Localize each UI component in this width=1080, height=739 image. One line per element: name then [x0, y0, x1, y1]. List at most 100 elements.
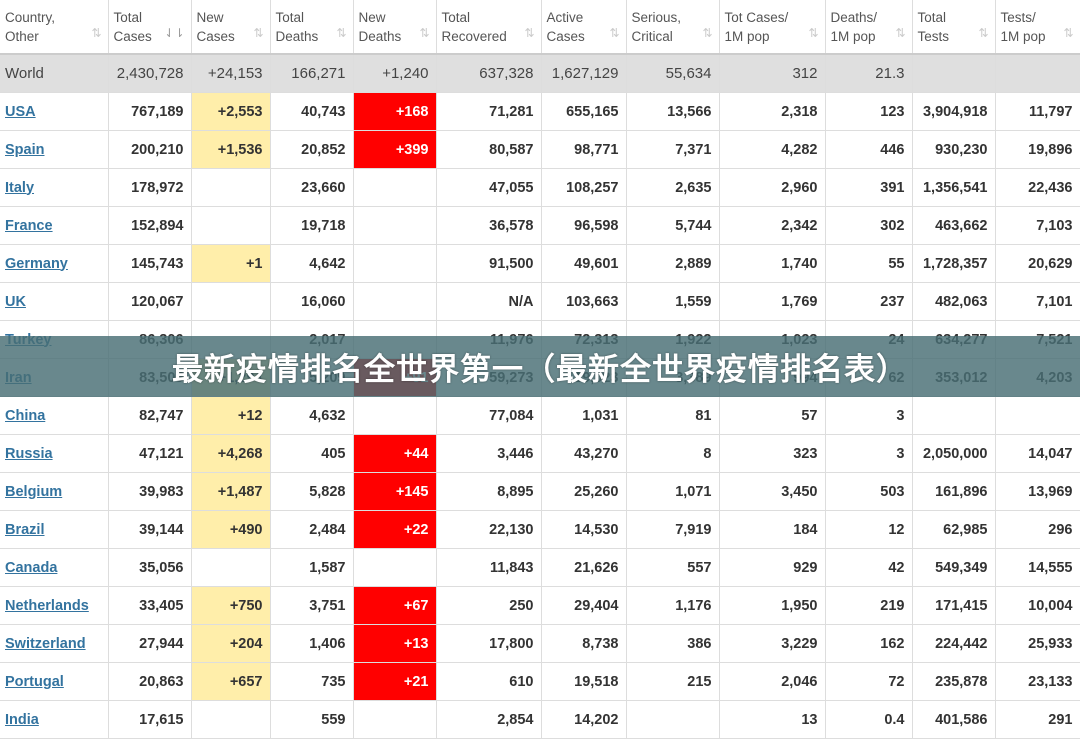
column-header-label: Cases	[547, 29, 585, 44]
sort-icon[interactable]: ⇃⇂	[164, 24, 184, 43]
cell-total-tests: 224,442	[912, 625, 995, 663]
cell-tests-per-1m: 20,629	[995, 245, 1080, 283]
cell-new-cases	[191, 701, 270, 739]
column-header-total-deaths[interactable]: TotalDeaths⇅	[270, 0, 353, 54]
country-link[interactable]: Switzerland	[5, 636, 86, 652]
sort-icon[interactable]: ⇅	[1063, 24, 1073, 43]
country-link[interactable]: China	[5, 408, 45, 424]
cell-deaths-per-1m: 42	[825, 549, 912, 587]
column-header-cases-per-1m[interactable]: Tot Cases/1M pop ⇅	[719, 0, 825, 54]
table-row: Russia47,121+4,268405+443,44643,27083233…	[0, 435, 1080, 473]
cell-active-cases: 14,202	[541, 701, 626, 739]
cell-country: Italy	[0, 169, 108, 207]
cell-active-cases: 1,627,129	[541, 54, 626, 93]
column-header-country[interactable]: Country,Other⇅	[0, 0, 108, 54]
cell-total-deaths: 1,406	[270, 625, 353, 663]
cell-total-recovered: 80,587	[436, 131, 541, 169]
sort-icon[interactable]: ⇅	[702, 24, 712, 43]
sort-icon[interactable]: ⇅	[253, 24, 263, 43]
sort-icon[interactable]: ⇅	[336, 24, 346, 43]
cell-new-deaths: +13	[353, 625, 436, 663]
cell-total-cases: 767,189	[108, 93, 191, 131]
banner-title: 最新疫情排名全世界第一（最新全世界疫情排名表）	[172, 344, 908, 389]
cell-active-cases: 49,601	[541, 245, 626, 283]
column-header-deaths-per-1m[interactable]: Deaths/1M pop⇅	[825, 0, 912, 54]
sort-icon[interactable]: ⇅	[978, 24, 988, 43]
cell-country: China	[0, 397, 108, 435]
cell-country: UK	[0, 283, 108, 321]
column-header-total-recovered[interactable]: TotalRecovered⇅	[436, 0, 541, 54]
table-row: USA767,189+2,55340,743+16871,281655,1651…	[0, 93, 1080, 131]
sort-icon[interactable]: ⇅	[609, 24, 619, 43]
country-link[interactable]: Belgium	[5, 484, 62, 500]
cell-cases-per-1m: 57	[719, 397, 825, 435]
title-banner: 最新疫情排名全世界第一（最新全世界疫情排名表）	[0, 336, 1080, 397]
column-header-new-cases[interactable]: NewCases⇅	[191, 0, 270, 54]
country-link[interactable]: Germany	[5, 256, 68, 272]
cell-deaths-per-1m: 162	[825, 625, 912, 663]
cell-tests-per-1m: 296	[995, 511, 1080, 549]
country-link[interactable]: Brazil	[5, 522, 45, 538]
sort-icon[interactable]: ⇅	[91, 24, 101, 43]
cell-total-deaths: 4,642	[270, 245, 353, 283]
sort-icon[interactable]: ⇅	[895, 24, 905, 43]
cell-new-deaths	[353, 701, 436, 739]
table-row: Brazil39,144+4902,484+2222,13014,5307,91…	[0, 511, 1080, 549]
cell-serious-critical: 557	[626, 549, 719, 587]
column-header-label: Total	[442, 10, 471, 25]
table-row: India17,6155592,85414,202130.4401,586291	[0, 701, 1080, 739]
country-link[interactable]: Spain	[5, 142, 44, 158]
column-header-total-cases[interactable]: TotalCases⇃⇂	[108, 0, 191, 54]
column-header-label: Tot Cases/	[725, 10, 789, 25]
column-header-label: Total	[918, 10, 947, 25]
cell-new-cases: +204	[191, 625, 270, 663]
country-link[interactable]: Canada	[5, 560, 57, 576]
column-header-total-tests[interactable]: TotalTests⇅	[912, 0, 995, 54]
cell-serious-critical: 386	[626, 625, 719, 663]
cell-country: Brazil	[0, 511, 108, 549]
cell-cases-per-1m: 13	[719, 701, 825, 739]
column-header-label: Tests/	[1001, 10, 1036, 25]
column-header-tests-per-1m[interactable]: Tests/1M pop⇅	[995, 0, 1080, 54]
country-link[interactable]: USA	[5, 104, 36, 120]
cell-tests-per-1m: 291	[995, 701, 1080, 739]
cell-serious-critical: 7,919	[626, 511, 719, 549]
cell-new-deaths	[353, 397, 436, 435]
column-header-serious-critical[interactable]: Serious,Critical⇅	[626, 0, 719, 54]
column-header-active-cases[interactable]: ActiveCases⇅	[541, 0, 626, 54]
cell-total-recovered: 8,895	[436, 473, 541, 511]
cell-country: Germany	[0, 245, 108, 283]
country-link[interactable]: Russia	[5, 446, 53, 462]
cell-deaths-per-1m: 55	[825, 245, 912, 283]
country-link[interactable]: Netherlands	[5, 598, 89, 614]
cell-total-cases: 39,983	[108, 473, 191, 511]
cell-total-cases: 35,056	[108, 549, 191, 587]
country-link[interactable]: Italy	[5, 180, 34, 196]
cell-new-cases: +1,536	[191, 131, 270, 169]
cell-country: USA	[0, 93, 108, 131]
sort-icon[interactable]: ⇅	[419, 24, 429, 43]
column-header-new-deaths[interactable]: NewDeaths⇅	[353, 0, 436, 54]
country-link[interactable]: UK	[5, 294, 26, 310]
world-row: World2,430,728+24,153166,271+1,240637,32…	[0, 54, 1080, 93]
cell-active-cases: 96,598	[541, 207, 626, 245]
cell-total-deaths: 405	[270, 435, 353, 473]
sort-icon[interactable]: ⇅	[808, 24, 818, 43]
country-link[interactable]: India	[5, 712, 39, 728]
column-header-label: 1M pop	[725, 29, 770, 44]
sort-icon[interactable]: ⇅	[524, 24, 534, 43]
cell-total-deaths: 23,660	[270, 169, 353, 207]
cell-active-cases: 25,260	[541, 473, 626, 511]
cell-total-tests: 463,662	[912, 207, 995, 245]
cell-total-tests: 482,063	[912, 283, 995, 321]
cell-deaths-per-1m: 237	[825, 283, 912, 321]
cell-cases-per-1m: 3,450	[719, 473, 825, 511]
cell-cases-per-1m: 1,740	[719, 245, 825, 283]
cell-total-deaths: 735	[270, 663, 353, 701]
country-link[interactable]: Portugal	[5, 674, 64, 690]
country-link[interactable]: France	[5, 218, 53, 234]
cell-total-tests	[912, 397, 995, 435]
cell-active-cases: 21,626	[541, 549, 626, 587]
cell-new-deaths: +145	[353, 473, 436, 511]
cell-new-deaths	[353, 245, 436, 283]
